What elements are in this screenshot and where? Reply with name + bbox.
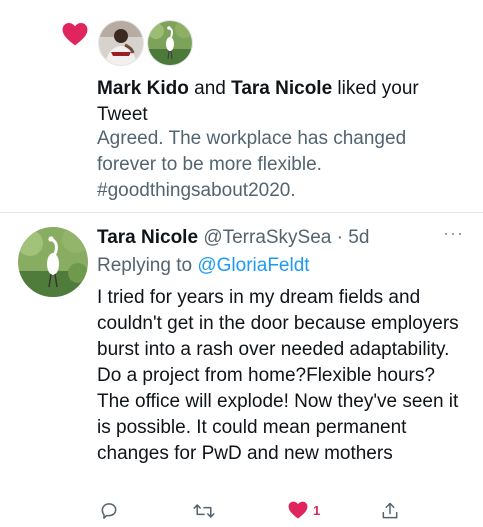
handle[interactable]: @TerraSkySea: [203, 227, 331, 248]
replying-to: Replying to @GloriaFeldt: [97, 253, 310, 279]
more-options-icon[interactable]: ···: [443, 223, 464, 244]
separator: ·: [331, 227, 349, 248]
like-button[interactable]: 1: [288, 501, 320, 519]
like-notification[interactable]: Mark Kido and Tara Nicole liked your Twe…: [0, 0, 483, 210]
retweet-icon: [193, 504, 215, 518]
avatar-tara-nicole-small[interactable]: [147, 20, 193, 66]
replying-to-handle[interactable]: @GloriaFeldt: [197, 255, 309, 276]
avatar-mark-kido[interactable]: [98, 20, 144, 66]
display-name[interactable]: Tara Nicole: [97, 227, 198, 248]
replying-label: Replying to: [97, 255, 198, 276]
conjunction: and: [188, 78, 232, 99]
avatar-image: [99, 21, 143, 65]
tweet-header: Tara Nicole @TerraSkySea · 5d: [97, 225, 437, 251]
heart-icon: [62, 22, 88, 46]
liked-heart-icon: [288, 501, 308, 519]
like-count: 1: [313, 502, 321, 518]
timestamp[interactable]: 5d: [348, 227, 369, 248]
liker-name[interactable]: Tara Nicole: [231, 78, 332, 99]
retweet-button[interactable]: [193, 501, 215, 521]
liker-name[interactable]: Mark Kido: [97, 78, 189, 99]
avatar-image: [148, 21, 192, 65]
avatar-tara-nicole[interactable]: [18, 227, 88, 297]
avatar-image: [18, 227, 88, 297]
notification-text: Mark Kido and Tara Nicole liked your Twe…: [97, 76, 467, 128]
reply-icon: [101, 503, 117, 519]
share-icon: [382, 502, 398, 519]
tweet-actions: 1: [0, 501, 483, 527]
liked-tweet-preview[interactable]: Agreed. The workplace has changed foreve…: [97, 126, 467, 204]
reply-tweet[interactable]: Tara Nicole @TerraSkySea · 5d ··· Replyi…: [0, 213, 483, 525]
reply-button[interactable]: [99, 501, 119, 521]
tweet-text: I tried for years in my dream fields and…: [97, 287, 459, 464]
share-button[interactable]: [380, 501, 400, 521]
